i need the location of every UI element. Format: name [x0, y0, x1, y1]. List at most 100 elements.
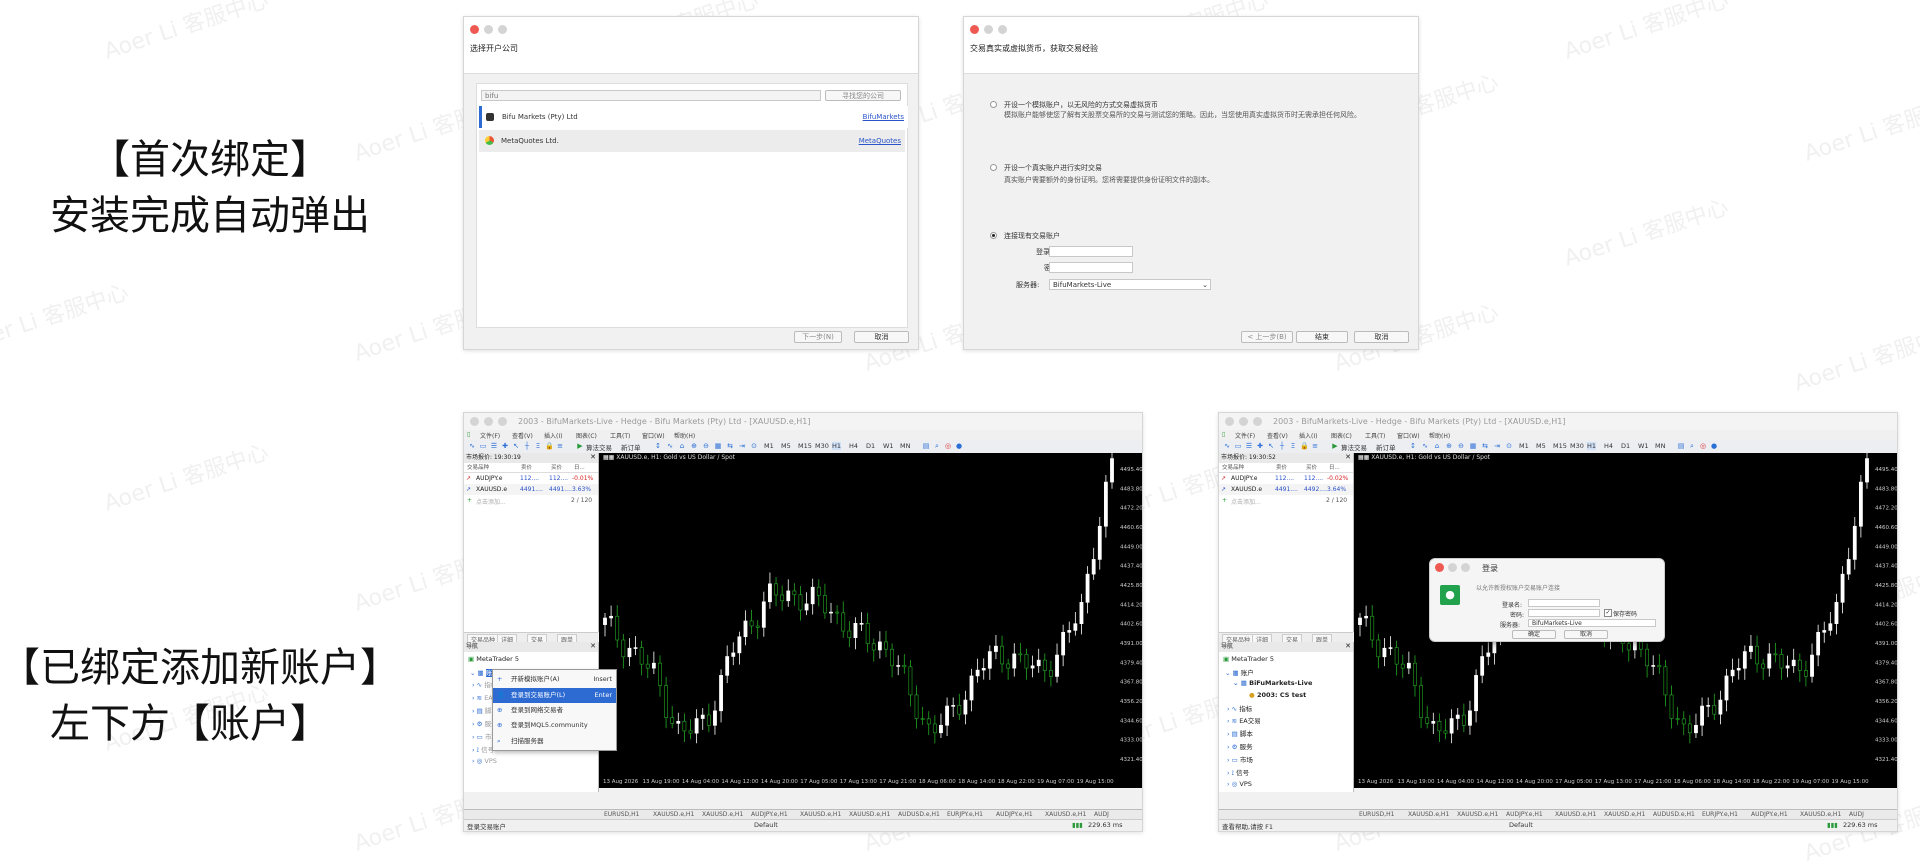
- template-icon[interactable]: ▤: [922, 442, 930, 450]
- context-menu-item[interactable]: 👤 登录到交易账户(L) Enter: [493, 688, 616, 703]
- list-item[interactable]: MetaQuotes Ltd. MetaQuotes: [479, 130, 905, 152]
- next-button[interactable]: 下一步(N): [794, 331, 842, 343]
- indicator-icon[interactable]: Ξ: [534, 442, 542, 450]
- tab-chart[interactable]: AUDJPY.e,H1: [996, 811, 1033, 818]
- back-button[interactable]: < 上一步(B): [1241, 331, 1293, 343]
- tab-chart[interactable]: EURUSD,H1: [1359, 811, 1394, 818]
- menu-item[interactable]: 窗口(W): [1397, 431, 1420, 440]
- context-menu-item[interactable]: ⌕ 扫描服务器: [493, 734, 616, 749]
- timeframe-m30[interactable]: M30: [1570, 442, 1584, 450]
- maximize-icon[interactable]: [498, 25, 507, 34]
- timeframe-h4[interactable]: H4: [1604, 442, 1613, 450]
- autoscroll-icon[interactable]: ⇥: [738, 442, 746, 450]
- price-chart[interactable]: ▦▦ XAUUSD.e, H1: Gold vs US Dollar / Spo…: [599, 453, 1142, 788]
- nav-item[interactable]: › ▤ 脚本: [1227, 728, 1253, 738]
- col-symbol[interactable]: 交易品种: [1222, 463, 1244, 471]
- timeframe-m15[interactable]: M15: [1553, 442, 1567, 450]
- menu-item[interactable]: 插入(I): [544, 431, 562, 440]
- nav-item[interactable]: › ⟟ 信号: [472, 744, 494, 755]
- maximize-icon[interactable]: [1461, 563, 1470, 572]
- new-order-button[interactable]: 新订单: [621, 442, 641, 452]
- autoscroll-icon[interactable]: ⇥: [1493, 442, 1501, 450]
- tab-chart[interactable]: XAUUSD.e,H1: [1555, 811, 1596, 818]
- algo-trading-icon[interactable]: ▶: [1331, 442, 1339, 450]
- company-link[interactable]: BifuMarkets: [863, 113, 904, 121]
- minimize-icon[interactable]: [1239, 417, 1248, 426]
- wave-icon[interactable]: ∿: [1421, 442, 1429, 450]
- community-icon[interactable]: ◎: [944, 442, 952, 450]
- find-company-button[interactable]: 寻找您的公司: [825, 90, 901, 101]
- server-select[interactable]: BifuMarkets-Live ⌄: [1049, 279, 1211, 290]
- tab-chart[interactable]: AUDJ: [1849, 811, 1864, 818]
- col-symbol[interactable]: 交易品种: [467, 463, 489, 471]
- nav-root[interactable]: ▣ MetaTrader 5: [1223, 655, 1274, 663]
- plus-icon[interactable]: ✚: [1256, 442, 1264, 450]
- screenshot-icon[interactable]: ⊙: [1505, 442, 1513, 450]
- context-menu-item[interactable]: ⊕ 登录到网络交易者: [493, 703, 616, 718]
- nav-item[interactable]: › ◎ VPS: [1227, 780, 1252, 788]
- menu-item[interactable]: 帮助(H): [674, 431, 695, 440]
- algo-trading-icon[interactable]: ▶: [576, 442, 584, 450]
- demo-account-radio[interactable]: [990, 101, 997, 108]
- table-row[interactable]: ↗ AUDJPY.e 112.... 112.... -0.02%: [1219, 473, 1353, 484]
- timeframe-d1[interactable]: D1: [1621, 442, 1630, 450]
- tab-chart[interactable]: XAUUSD.e,H1: [1408, 811, 1449, 818]
- tab-chart[interactable]: AUDJPY.e,H1: [1751, 811, 1788, 818]
- ok-button[interactable]: 确定: [1512, 630, 1556, 639]
- add-symbol-row[interactable]: + 点击添加... 2 / 120: [1219, 495, 1353, 506]
- tab-chart[interactable]: EURJPY.e,H1: [1702, 811, 1738, 818]
- finish-button[interactable]: 结束: [1296, 331, 1348, 343]
- chart-line-icon[interactable]: ∿: [468, 442, 476, 450]
- zoom-in-icon[interactable]: ⊕: [1445, 442, 1453, 450]
- timeframe-mn[interactable]: MN: [1655, 442, 1665, 450]
- nav-item[interactable]: › ⟟ 信号: [1227, 767, 1249, 778]
- table-row[interactable]: ↗ AUDJPY.e 112.... 112.... -0.01%: [464, 473, 598, 484]
- login-select[interactable]: [1528, 599, 1600, 607]
- password-input[interactable]: [1049, 262, 1133, 273]
- tab-chart[interactable]: EURUSD,H1: [604, 811, 639, 818]
- user-icon[interactable]: ●: [1710, 442, 1718, 450]
- buy-sell-icon[interactable]: ↕: [1409, 442, 1417, 450]
- menu-item[interactable]: 工具(T): [1365, 431, 1385, 440]
- tab-chart[interactable]: EURJPY.e,H1: [947, 811, 983, 818]
- menu-item[interactable]: 图表(C): [576, 431, 597, 440]
- close-icon[interactable]: [970, 25, 979, 34]
- plus-icon[interactable]: ✚: [501, 442, 509, 450]
- nav-item[interactable]: › ≋ EA交易: [1227, 715, 1261, 725]
- context-menu-item[interactable]: + 开新模拟账户(A) Insert: [493, 672, 616, 687]
- timeframe-w1[interactable]: W1: [883, 442, 894, 450]
- buy-sell-icon[interactable]: ↕: [654, 442, 662, 450]
- grid-tile-icon[interactable]: ▦: [714, 442, 722, 450]
- minimize-icon[interactable]: [1448, 563, 1457, 572]
- tab-chart[interactable]: AUDUSD.e,H1: [1653, 811, 1695, 818]
- timeframe-m5[interactable]: M5: [781, 442, 791, 450]
- password-input[interactable]: [1528, 609, 1600, 617]
- tab-chart[interactable]: XAUUSD.e,H1: [849, 811, 890, 818]
- menu-item[interactable]: 查看(V): [512, 431, 533, 440]
- timeframe-w1[interactable]: W1: [1638, 442, 1649, 450]
- real-account-radio[interactable]: [990, 164, 997, 171]
- tab-chart[interactable]: XAUUSD.e,H1: [1045, 811, 1086, 818]
- timeframe-m30[interactable]: M30: [815, 442, 829, 450]
- new-order-button[interactable]: 新订单: [1376, 442, 1396, 452]
- close-icon[interactable]: ✕: [1345, 642, 1351, 650]
- home-icon[interactable]: ⌂: [1433, 442, 1441, 450]
- close-icon[interactable]: [1225, 417, 1234, 426]
- lock-icon[interactable]: 🔒: [1300, 442, 1309, 450]
- col-change[interactable]: 日...: [574, 463, 585, 471]
- wave-icon[interactable]: ∿: [666, 442, 674, 450]
- menu-item[interactable]: 文件(F): [480, 431, 500, 440]
- tab-chart[interactable]: AUDJPY.e,H1: [1506, 811, 1543, 818]
- timeframe-h1[interactable]: H1: [832, 442, 842, 450]
- col-bid[interactable]: 卖价: [521, 463, 532, 471]
- grid-tile-icon[interactable]: ▦: [1469, 442, 1477, 450]
- lock-icon[interactable]: 🔒: [545, 442, 554, 450]
- close-icon[interactable]: [1435, 563, 1444, 572]
- crosshair-icon[interactable]: ┼: [523, 442, 531, 450]
- close-icon[interactable]: [470, 25, 479, 34]
- lines-icon[interactable]: ≡: [556, 442, 564, 450]
- menu-item[interactable]: 帮助(H): [1429, 431, 1450, 440]
- add-symbol-row[interactable]: + 点击添加... 2 / 120: [464, 495, 598, 506]
- search-icon[interactable]: ⌕: [1688, 442, 1696, 450]
- zoom-out-icon[interactable]: ⊖: [1457, 442, 1465, 450]
